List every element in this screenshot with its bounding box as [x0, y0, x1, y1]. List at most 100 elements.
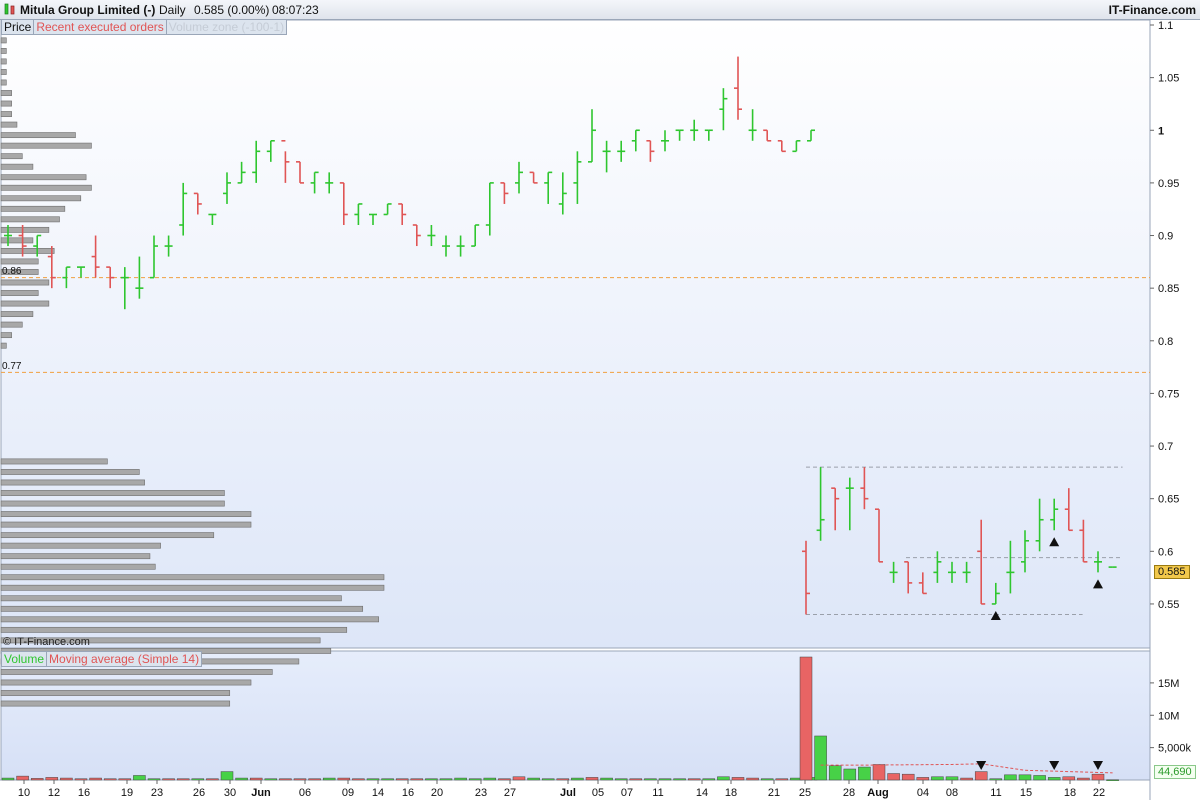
volume-profile-bar: [0, 311, 34, 317]
volume-bar: [206, 778, 219, 781]
volume-bar: [687, 778, 701, 781]
volume-bar: [644, 778, 657, 781]
y-tick-label: 0.65: [1158, 494, 1179, 506]
volume-profile-bar: [0, 153, 23, 160]
tab-price[interactable]: Price: [2, 20, 33, 34]
volume-profile-bar: [0, 216, 60, 223]
volume-profile-bar: [0, 163, 34, 170]
volume-bar: [483, 777, 497, 781]
volume-bar: [814, 735, 827, 781]
volume-bar: [498, 778, 511, 781]
volume-bar: [468, 778, 482, 781]
level-label-0-77: 0.77: [2, 361, 22, 372]
tab-moving-average[interactable]: Moving average (Simple 14): [46, 652, 202, 666]
x-tick-label: 07: [621, 787, 633, 799]
x-tick-label: Jul: [560, 787, 576, 799]
y-tick-label: 0.6: [1158, 546, 1173, 558]
volume-bar: [147, 778, 161, 781]
x-tick-label: 04: [917, 787, 929, 799]
volume-bar: [293, 778, 307, 781]
tab-recent-executed-orders[interactable]: Recent executed orders: [33, 20, 166, 34]
volume-bar: [629, 778, 643, 781]
x-tick-label: 16: [78, 787, 90, 799]
volume-profile-bar: [0, 321, 23, 328]
volume-profile-bar: [0, 605, 364, 612]
volume-profile-bar: [0, 132, 76, 139]
volume-bar: [541, 778, 555, 781]
x-tick-label: 23: [151, 787, 163, 799]
volume-bar: [1018, 774, 1032, 781]
volume-bar: [717, 776, 730, 781]
y-tick-label: 1.1: [1158, 20, 1173, 32]
volume-bar: [600, 777, 613, 781]
x-tick-label: 30: [224, 787, 236, 799]
y-tick-label: 0.55: [1158, 599, 1179, 611]
chart-canvas: 1.1 1.05 1 0.95 0.9 0.85 0.8 0.75 0.7 0.65 0.6 0.55…: [0, 19, 1192, 800]
volume-bar: [858, 766, 871, 781]
tab-volume-zone[interactable]: Volume zone (-100-1): [165, 20, 287, 34]
volume-bar: [89, 777, 102, 781]
level-label-0-86: 0.86: [2, 266, 22, 277]
volume-profile-bar: [0, 542, 161, 549]
volume-profile-bar: [0, 532, 215, 539]
x-tick-label: 18: [1064, 787, 1076, 799]
volume-bar: [191, 778, 205, 781]
x-tick-label: 19: [121, 787, 133, 799]
volume-bar: [366, 778, 380, 781]
volume-bar: [775, 778, 789, 781]
volume-bar: [945, 776, 959, 781]
volume-bar: [556, 778, 570, 781]
volume-bar: [702, 778, 716, 781]
volume-profile-bar: [0, 121, 18, 128]
volume-bar: [235, 777, 248, 781]
y-tick-label: 0.95: [1158, 178, 1179, 190]
volume-bar: [1077, 777, 1090, 781]
x-tick-label: 21: [768, 787, 780, 799]
volume-bar: [1091, 773, 1105, 781]
volume-bar: [799, 656, 813, 781]
volume-profile-bar: [0, 669, 273, 675]
volume-legend-tabs: Volume Moving average (Simple 14): [1, 651, 203, 667]
x-tick-label: 25: [799, 787, 811, 799]
volume-bar: [571, 777, 584, 781]
volume-bar: [1106, 779, 1119, 781]
volume-bar: [249, 777, 263, 781]
volume-bar: [843, 768, 857, 781]
volume-bar: [337, 777, 351, 781]
volume-bar: [381, 778, 394, 781]
x-tick-label: 16: [402, 787, 414, 799]
volume-bar: [960, 777, 973, 781]
volume-tick-label: 10M: [1158, 710, 1179, 722]
volume-bar: [352, 778, 365, 781]
x-tick-label: Aug: [867, 787, 888, 799]
volume-bar: [45, 777, 59, 781]
x-tick-label: 28: [843, 787, 855, 799]
volume-bar: [395, 778, 409, 781]
volume-profile-bar: [0, 469, 140, 475]
volume-bar: [162, 778, 175, 781]
volume-bar: [176, 778, 190, 781]
volume-profile-bar: [0, 258, 39, 265]
volume-bar: [30, 778, 44, 781]
volume-profile-bar: [0, 174, 87, 181]
volume-bar: [760, 778, 774, 781]
volume-profile-bar: [0, 69, 7, 75]
x-tick-label: 23: [475, 787, 487, 799]
y-tick-label: 0.85: [1158, 283, 1179, 295]
volume-profile-bar: [0, 195, 82, 202]
y-tick-label: 1.05: [1158, 73, 1179, 85]
volume-bar: [658, 778, 672, 781]
tab-volume[interactable]: Volume: [2, 652, 46, 666]
volume-bar: [60, 777, 73, 781]
x-tick-label: 11: [990, 787, 1001, 799]
volume-profile-bar: [0, 48, 7, 54]
x-tick-label: 20: [431, 787, 443, 799]
volume-profile-bar: [0, 490, 225, 496]
volume-bar: [279, 778, 292, 781]
volume-bar: [828, 765, 842, 781]
x-tick-label: 18: [725, 787, 737, 799]
volume-bar: [118, 778, 132, 781]
volume-bar: [1033, 775, 1046, 781]
volume-profile-bar: [0, 184, 92, 191]
volume-bar: [974, 771, 988, 781]
